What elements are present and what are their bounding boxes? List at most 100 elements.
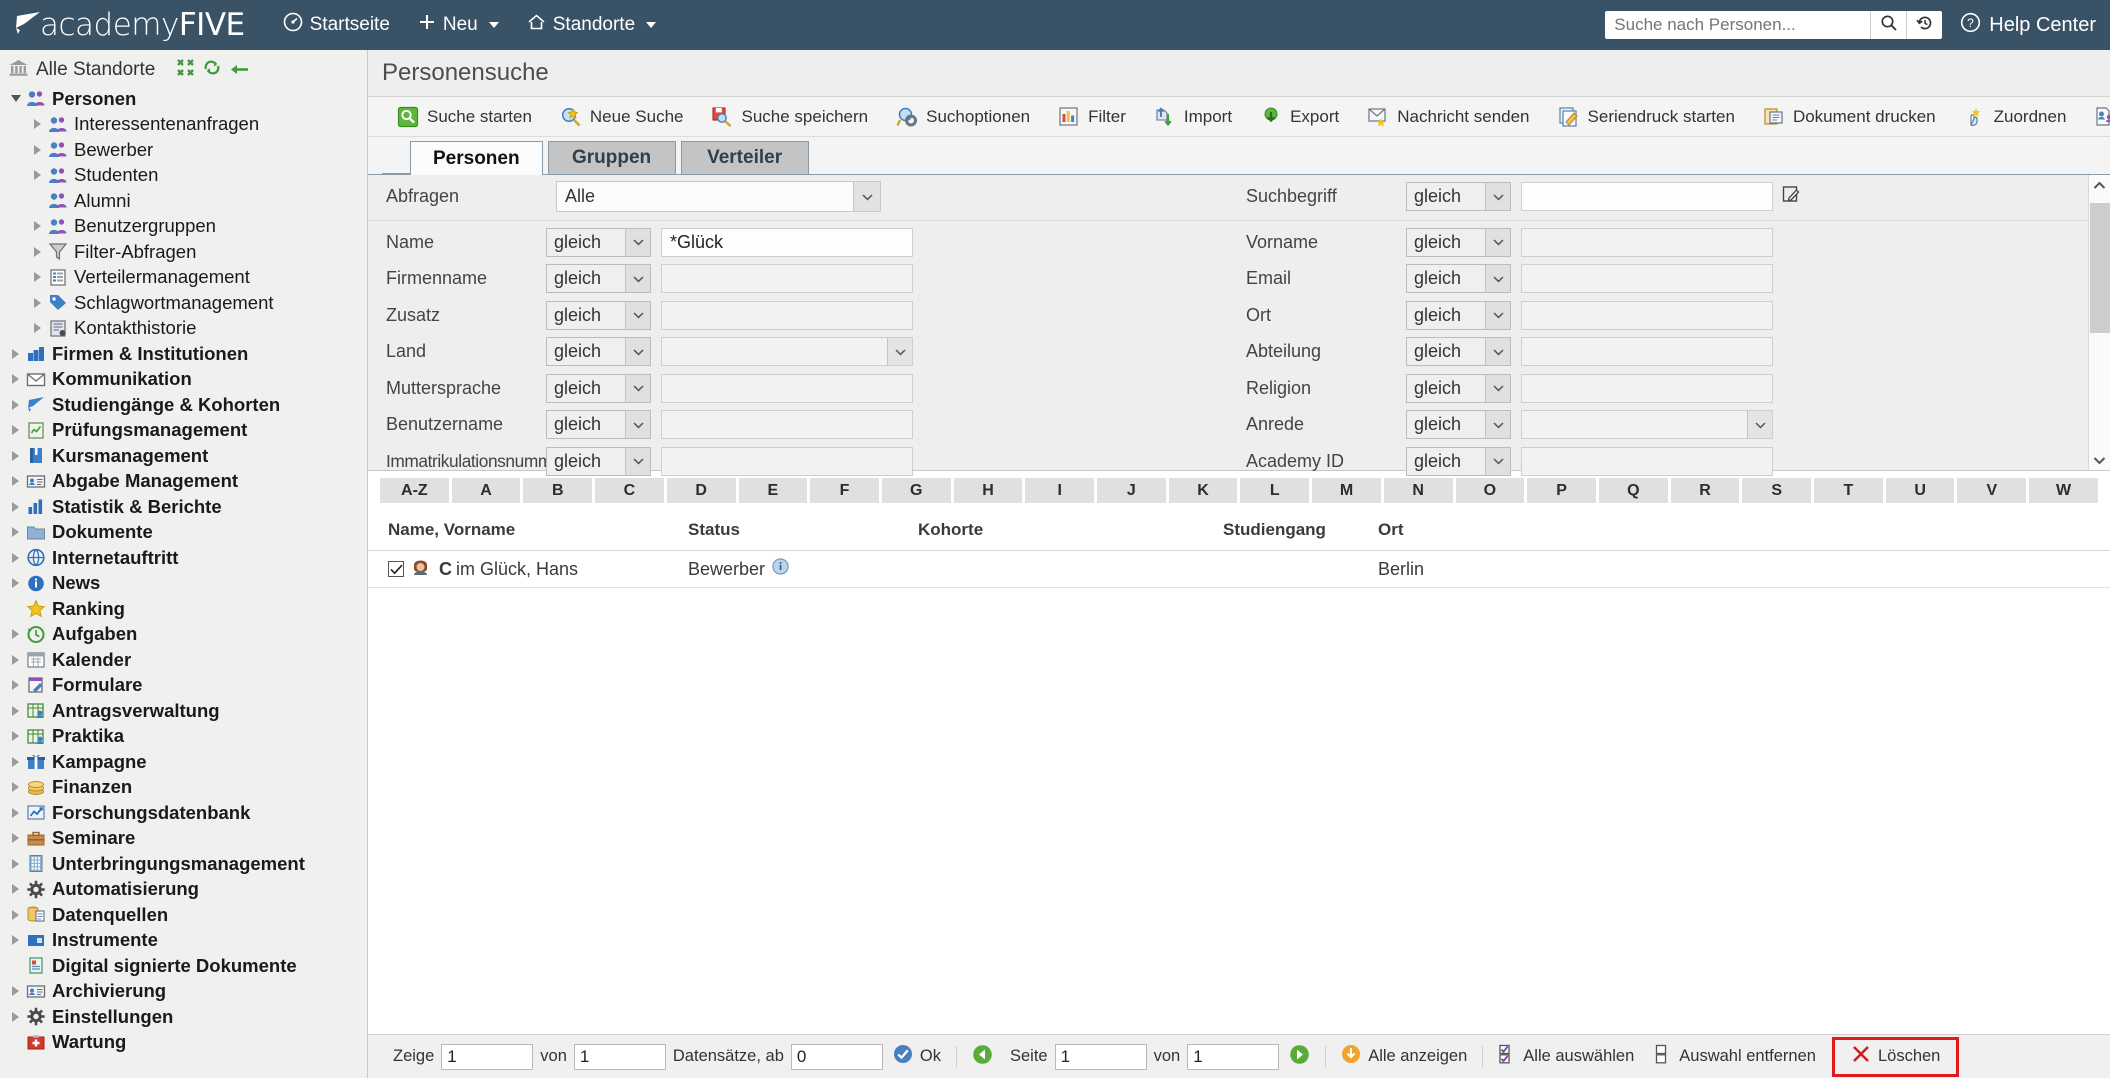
chevron-right-icon[interactable] <box>28 217 47 236</box>
sidebar-item-formulare[interactable]: Formulare <box>0 673 367 699</box>
sidebar-item-archivierung[interactable]: Archivierung <box>0 979 367 1005</box>
col-header-studiengang[interactable]: Studiengang <box>1223 520 1378 540</box>
sidebar-item-news[interactable]: News <box>0 571 367 597</box>
alpha-filter-a[interactable]: A <box>451 478 521 503</box>
chevron-right-icon[interactable] <box>6 523 25 542</box>
toolbar-import[interactable]: Import <box>1143 101 1243 133</box>
alpha-filter-n[interactable]: N <box>1383 478 1453 503</box>
toolbar-suche-starten[interactable]: Suche starten <box>386 101 543 133</box>
scroll-up-button[interactable] <box>2093 175 2106 195</box>
sidebar-item-verteilermanagement[interactable]: Verteilermanagement <box>0 265 367 291</box>
chevron-right-icon[interactable] <box>6 344 25 363</box>
chevron-right-icon[interactable] <box>6 905 25 924</box>
von-total-input[interactable]: 1 <box>573 1043 666 1070</box>
sidebar-item-internetauftritt[interactable]: Internetauftritt <box>0 545 367 571</box>
search-history-button[interactable] <box>1906 11 1942 39</box>
sidebar-item-datenquellen[interactable]: Datenquellen <box>0 902 367 928</box>
datensaetze-offset-input[interactable]: 0 <box>790 1043 883 1070</box>
sidebar-item-alumni[interactable]: Alumni <box>0 188 367 214</box>
alpha-filter-c[interactable]: C <box>595 478 664 503</box>
chevron-right-icon[interactable] <box>6 1007 25 1026</box>
next-page-button[interactable] <box>1279 1042 1320 1072</box>
sidebar-item-filter-abfragen[interactable]: Filter-Abfragen <box>0 239 367 265</box>
sidebar-item-kampagne[interactable]: Kampagne <box>0 749 367 775</box>
chevron-right-icon[interactable] <box>28 140 47 159</box>
tab-verteiler[interactable]: Verteiler <box>680 141 809 174</box>
chevron-right-icon[interactable] <box>6 829 25 848</box>
chevron-right-icon[interactable] <box>6 931 25 950</box>
toolbar-filter[interactable]: Filter <box>1047 101 1137 133</box>
sidebar-item-einstellungen[interactable]: Einstellungen <box>0 1004 367 1030</box>
scroll-down-button[interactable] <box>2093 450 2106 470</box>
edit-pencil-icon[interactable] <box>1782 185 1800 208</box>
chevron-right-icon[interactable] <box>28 115 47 134</box>
sidebar-item-studenten[interactable]: Studenten <box>0 163 367 189</box>
academy-id-input[interactable] <box>1521 446 1773 476</box>
nav-startseite[interactable]: Startseite <box>269 6 404 44</box>
sidebar-item-forschungsdatenbank[interactable]: Forschungsdatenbank <box>0 800 367 826</box>
abfragen-select[interactable]: Alle <box>556 181 881 212</box>
col-header-name[interactable]: Name, Vorname <box>388 520 688 540</box>
vorname-operator-select[interactable]: gleich <box>1406 227 1511 257</box>
chevron-right-icon[interactable] <box>28 166 47 185</box>
vorname-input[interactable] <box>1521 227 1773 257</box>
refresh-icon[interactable] <box>203 59 221 81</box>
alpha-filter-j[interactable]: J <box>1097 478 1166 503</box>
sidebar-item-schlagwortmanagement[interactable]: Schlagwortmanagement <box>0 290 367 316</box>
alpha-filter-k[interactable]: K <box>1168 478 1238 503</box>
sidebar-item-praktika[interactable]: Praktika <box>0 724 367 750</box>
alpha-filter-p[interactable]: P <box>1527 478 1596 503</box>
sidebar-item-kursmanagement[interactable]: Kursmanagement <box>0 443 367 469</box>
zusatz-input[interactable] <box>661 300 913 330</box>
name-operator-select[interactable]: gleich <box>546 227 651 257</box>
show-all-button[interactable]: Alle anzeigen <box>1331 1042 1477 1072</box>
alpha-filter-t[interactable]: T <box>1814 478 1883 503</box>
sidebar-item-kommunikation[interactable]: Kommunikation <box>0 367 367 393</box>
seite-input[interactable]: 1 <box>1054 1043 1147 1070</box>
toolbar-suche-speichern[interactable]: Suche speichern <box>700 101 879 133</box>
sidebar-tree[interactable]: Alle Standorte Personen Interessentenanfr… <box>0 50 368 1078</box>
chevron-right-icon[interactable] <box>6 854 25 873</box>
cell-name-text[interactable]: im Glück, Hans <box>456 559 578 580</box>
col-header-kohorte[interactable]: Kohorte <box>918 520 1223 540</box>
nav-standorte[interactable]: Standorte <box>513 7 670 43</box>
sidebar-item-kalender[interactable]: Kalender <box>0 647 367 673</box>
sidebar-item-finanzen[interactable]: Finanzen <box>0 775 367 801</box>
anrede-input[interactable] <box>1521 410 1773 440</box>
suchbegriff-input[interactable] <box>1521 182 1773 211</box>
table-row[interactable]: C im Glück, Hans Bewerber Berlin <box>368 551 2110 588</box>
email-operator-select[interactable]: gleich <box>1406 264 1511 294</box>
benutzername-input[interactable] <box>661 410 913 440</box>
nav-neu[interactable]: Neu <box>404 7 513 43</box>
sidebar-item-antragsverwaltung[interactable]: Antragsverwaltung <box>0 698 367 724</box>
chevron-right-icon[interactable] <box>28 293 47 312</box>
name-input[interactable]: *Glück <box>661 227 913 257</box>
sidebar-item-wartung[interactable]: Wartung <box>0 1030 367 1056</box>
alpha-filter-l[interactable]: L <box>1240 478 1310 503</box>
alpha-filter-o[interactable]: O <box>1455 478 1525 503</box>
toolbar-zuordnen[interactable]: Zuordnen <box>1953 101 2078 133</box>
benutzername-operator-select[interactable]: gleich <box>546 410 651 440</box>
sidebar-item-kontakthistorie[interactable]: Kontakthistorie <box>0 316 367 342</box>
chevron-right-icon[interactable] <box>6 548 25 567</box>
deselect-button[interactable]: Auswahl entfernen <box>1644 1042 1826 1072</box>
muttersprache-input[interactable] <box>661 373 913 403</box>
land-operator-select[interactable]: gleich <box>546 337 651 367</box>
sidebar-item-statistik-berichte[interactable]: Statistik & Berichte <box>0 494 367 520</box>
toolbar-seriendruck-starten[interactable]: Seriendruck starten <box>1547 101 1746 133</box>
sidebar-item-seminare[interactable]: Seminare <box>0 826 367 852</box>
chevron-right-icon[interactable] <box>6 650 25 669</box>
info-icon[interactable] <box>772 558 789 580</box>
sidebar-item-abgabe-management[interactable]: Abgabe Management <box>0 469 367 495</box>
alpha-filter-q[interactable]: Q <box>1598 478 1668 503</box>
sidebar-item-digital-signierte-dokumente[interactable]: Digital signierte Dokumente <box>0 953 367 979</box>
zusatz-operator-select[interactable]: gleich <box>546 300 651 330</box>
chevron-right-icon[interactable] <box>6 472 25 491</box>
chevron-right-icon[interactable] <box>6 395 25 414</box>
sidebar-item-personen[interactable]: Personen <box>0 86 367 112</box>
suchbegriff-operator-select[interactable]: gleich <box>1406 182 1511 211</box>
sidebar-item-unterbringungsmanagement[interactable]: Unterbringungsmanagement <box>0 851 367 877</box>
chevron-right-icon[interactable] <box>6 982 25 1001</box>
sidebar-item-studiengänge-kohorten[interactable]: Studiengänge & Kohorten <box>0 392 367 418</box>
zeige-input[interactable]: 1 <box>441 1043 534 1070</box>
